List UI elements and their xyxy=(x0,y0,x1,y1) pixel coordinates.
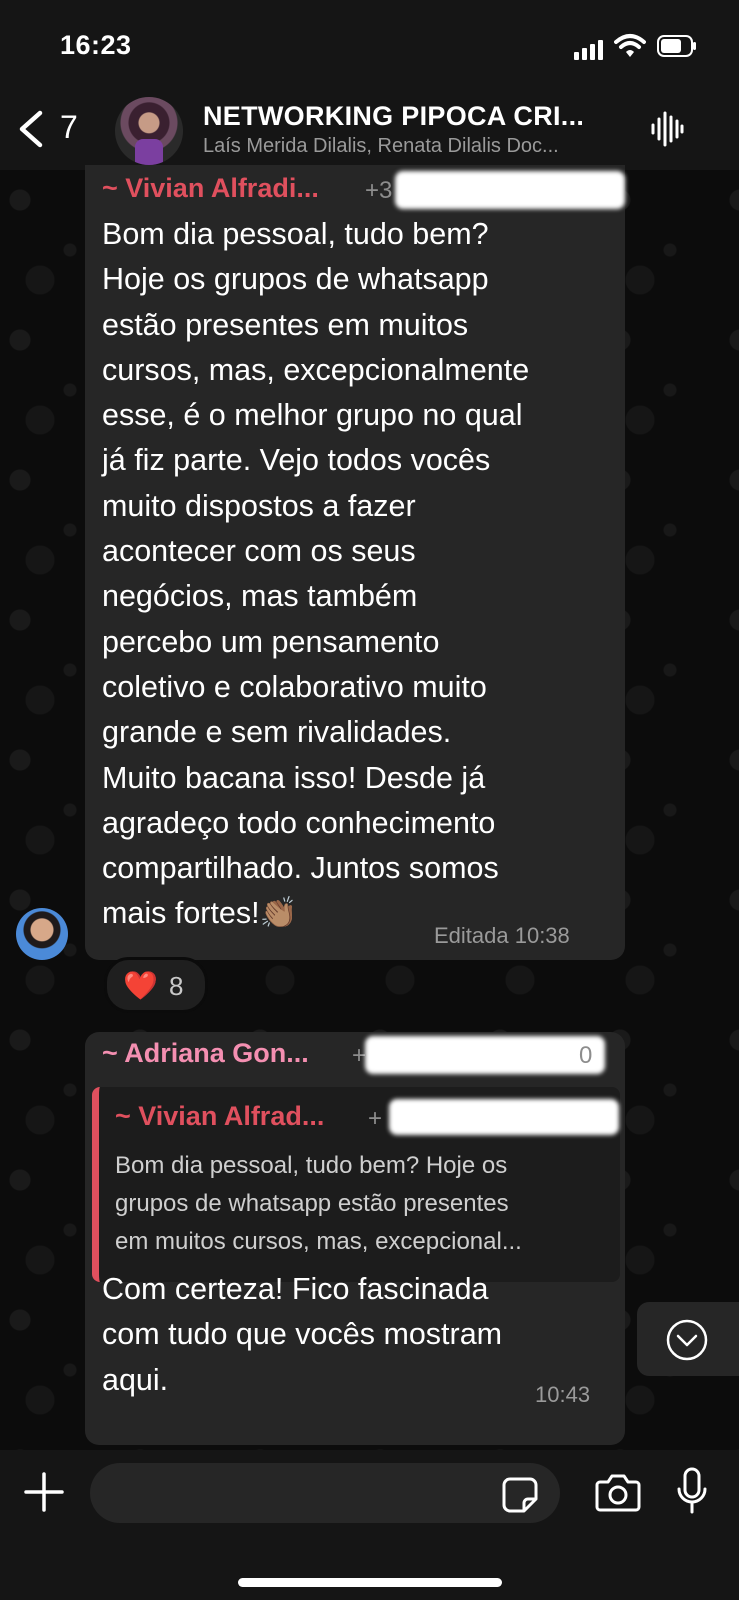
chevron-left-icon[interactable] xyxy=(16,109,46,149)
clapping-hands-emoji: 👏🏽 xyxy=(259,896,298,931)
sender-name[interactable]: ~ Vivian Alfradi... xyxy=(102,173,319,204)
redaction-mark xyxy=(395,171,625,209)
sender-name[interactable]: ~ Adriana Gon... xyxy=(102,1038,309,1069)
message-input[interactable] xyxy=(90,1463,560,1523)
group-title[interactable]: NETWORKING PIPOCA CRI... xyxy=(203,101,623,132)
composer-bar xyxy=(0,1450,739,1600)
redaction-mark xyxy=(365,1036,605,1074)
status-time: 16:23 xyxy=(60,30,132,60)
chat-header: 7 NETWORKING PIPOCA CRI... Laís Merida D… xyxy=(0,95,739,170)
redaction-mark xyxy=(389,1099,619,1135)
message-bubble[interactable]: ~ Vivian Alfradi... +3 Bom dia pessoal, … xyxy=(85,165,625,960)
quoted-sender: ~ Vivian Alfrad... xyxy=(115,1101,325,1131)
quoted-message[interactable]: ~ Vivian Alfrad... + Bom dia pessoal, tu… xyxy=(92,1087,620,1282)
message-meta: Editada 10:38 xyxy=(434,923,570,948)
message-time: 10:43 xyxy=(535,1382,591,1407)
message-bubble[interactable]: ~ Adriana Gon... + 0 ~ Vivian Alfrad... … xyxy=(85,1032,625,1445)
status-bar: 16:23 xyxy=(0,0,739,95)
sender-phone: + xyxy=(352,1042,367,1069)
battery-icon xyxy=(657,35,696,57)
avatar[interactable] xyxy=(16,908,68,960)
microphone-icon[interactable] xyxy=(676,1467,708,1515)
scroll-to-bottom-button[interactable] xyxy=(637,1302,739,1376)
group-avatar[interactable] xyxy=(115,97,183,165)
plus-icon[interactable] xyxy=(24,1472,64,1512)
unread-count[interactable]: 7 xyxy=(60,109,78,146)
cellular-signal-icon xyxy=(574,38,604,60)
reaction-badge[interactable]: ❤️ 8 xyxy=(104,957,208,1013)
quoted-text: Bom dia pessoal, tudo bem? Hoje os grupo… xyxy=(115,1152,522,1255)
sender-phone: +3 xyxy=(365,177,393,204)
message-text: Bom dia pessoal, tudo bem? Hoje os grupo… xyxy=(102,212,622,937)
reaction-count: 8 xyxy=(169,971,184,1001)
waveform-icon[interactable] xyxy=(650,111,684,147)
home-indicator[interactable] xyxy=(238,1578,502,1587)
wifi-icon xyxy=(614,34,646,57)
sender-phone-tail: 0 xyxy=(579,1042,593,1069)
heart-icon: ❤️ xyxy=(123,970,158,1001)
camera-icon[interactable] xyxy=(595,1472,641,1512)
sticker-icon[interactable] xyxy=(502,1477,538,1513)
group-members[interactable]: Laís Merida Dilalis, Renata Dilalis Doc.… xyxy=(203,135,623,158)
chevron-down-circle-icon xyxy=(666,1319,708,1361)
quoted-phone: + xyxy=(368,1105,383,1132)
